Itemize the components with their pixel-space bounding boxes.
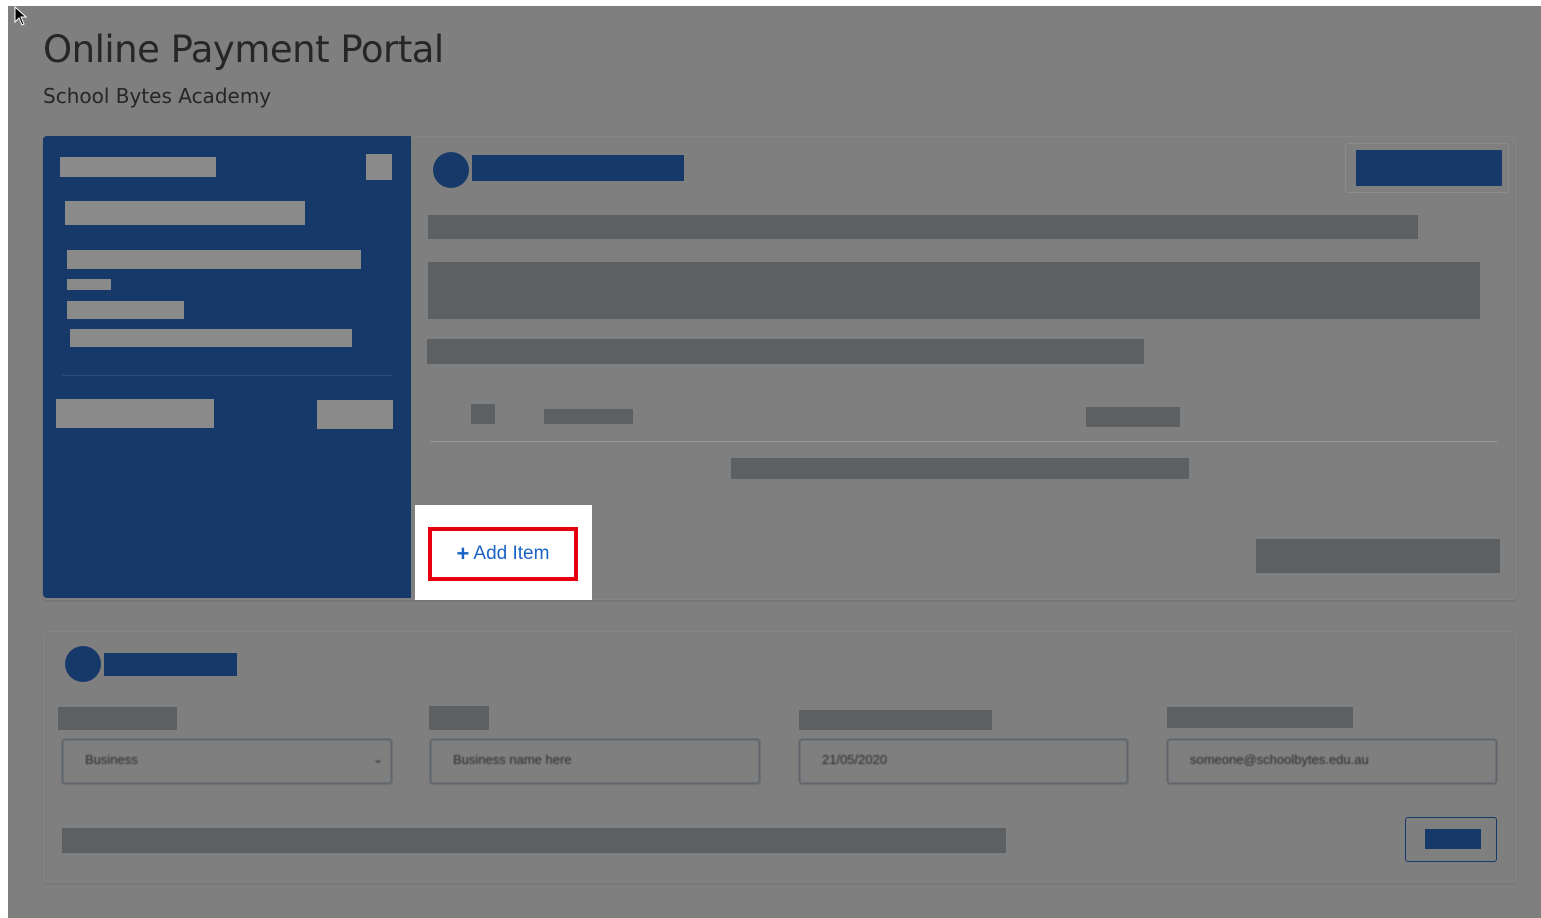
payer-type-select[interactable]: Business ⌄ bbox=[62, 739, 392, 784]
table-header-amount bbox=[1086, 407, 1180, 427]
field-label bbox=[58, 707, 177, 730]
field-label bbox=[429, 706, 489, 730]
summary-panel bbox=[43, 136, 411, 598]
school-name: School Bytes Academy bbox=[43, 84, 272, 108]
summary-line bbox=[67, 301, 184, 319]
section-heading bbox=[104, 653, 237, 676]
table-divider bbox=[430, 441, 1497, 442]
cursor-arrow-icon bbox=[14, 6, 28, 26]
terms-text bbox=[62, 828, 1006, 853]
header-action-button[interactable] bbox=[1345, 143, 1509, 193]
summary-line bbox=[70, 329, 352, 347]
payer-type-value: Business bbox=[85, 752, 138, 767]
content-line bbox=[428, 215, 1418, 239]
date-value: 21/05/2020 bbox=[822, 752, 888, 767]
summary-total-value bbox=[317, 400, 393, 429]
summary-line bbox=[67, 279, 111, 290]
field-label bbox=[799, 710, 992, 730]
cart-total bbox=[1256, 539, 1500, 573]
email-input[interactable]: someone@schoolbytes.edu.au bbox=[1167, 739, 1497, 784]
field-label bbox=[1167, 707, 1353, 728]
table-header-item bbox=[544, 409, 633, 424]
table-select-checkbox[interactable] bbox=[471, 404, 495, 424]
date-input[interactable]: 21/05/2020 bbox=[799, 739, 1128, 784]
summary-line bbox=[65, 201, 305, 225]
summary-total-label bbox=[56, 399, 214, 428]
add-item-label: Add Item bbox=[473, 543, 550, 564]
business-name-input[interactable]: Business name here bbox=[430, 739, 760, 784]
content-line bbox=[427, 339, 1144, 364]
add-item-button[interactable]: + Add Item bbox=[428, 527, 578, 581]
section-number-icon bbox=[65, 646, 101, 682]
submit-label bbox=[1425, 829, 1481, 849]
summary-line bbox=[67, 250, 361, 269]
header-action-label bbox=[1356, 150, 1502, 186]
summary-heading bbox=[60, 157, 216, 177]
table-empty-message bbox=[731, 458, 1189, 479]
section-heading bbox=[472, 155, 684, 181]
page-title: Online Payment Portal bbox=[43, 28, 444, 71]
business-name-value: Business name here bbox=[453, 752, 572, 767]
summary-divider bbox=[62, 375, 393, 376]
summary-close-icon[interactable] bbox=[366, 154, 392, 180]
submit-button[interactable] bbox=[1405, 817, 1497, 862]
content-block bbox=[428, 262, 1480, 319]
plus-icon: + bbox=[456, 541, 470, 566]
email-value: someone@schoolbytes.edu.au bbox=[1190, 752, 1369, 767]
section-number-icon bbox=[433, 152, 469, 188]
chevron-down-icon: ⌄ bbox=[372, 752, 383, 766]
